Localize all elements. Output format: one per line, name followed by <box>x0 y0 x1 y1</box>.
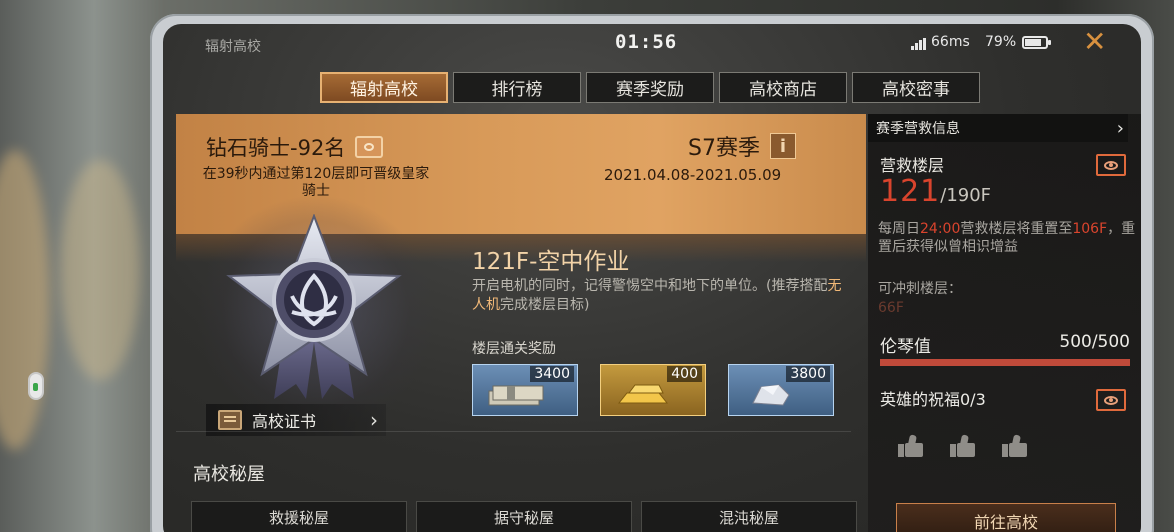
battery-value: 79% <box>985 34 1017 50</box>
view-icon[interactable] <box>1096 154 1126 176</box>
chevron-right-icon: › <box>370 408 378 432</box>
crystal-ore-icon <box>752 384 790 406</box>
blessing-slots <box>898 434 1028 458</box>
rescue-floor-label: 营救楼层 <box>880 156 945 175</box>
rescue-floor-value: 121 /190F <box>880 174 991 209</box>
chaos-room-button[interactable]: 混沌秘屋 <box>641 501 857 532</box>
rescue-info-title: 赛季营救信息 <box>876 121 960 137</box>
floating-assist-button[interactable] <box>28 372 44 400</box>
rank-title: 钻石骑士-92名 <box>206 132 384 162</box>
rescue-room-button[interactable]: 救援秘屋 <box>191 501 407 532</box>
go-to-academy-button[interactable]: 前往高校 <box>896 503 1116 532</box>
floor-description: 开启电机的同时，记得警惕空中和地下的单位。(推荐搭配无人机完成楼层目标) <box>472 278 842 313</box>
clock: 01:56 <box>615 31 678 53</box>
tab-academy-secrets[interactable]: 高校密事 <box>852 72 980 103</box>
game-screen: 辐射高校 01:56 66ms 79% ✕ 辐射高校 排行榜 赛季奖励 高校商店… <box>163 24 1141 532</box>
rank-detail-icon[interactable] <box>355 136 384 158</box>
reward-item[interactable]: 3400 <box>472 364 578 416</box>
reward-list: 3400 400 3800 <box>472 364 834 416</box>
defense-room-button[interactable]: 据守秘屋 <box>416 501 632 532</box>
thumbs-up-icon <box>1002 434 1028 458</box>
main-panel: 钻石骑士-92名 在39秒内通过第120层即可晋级皇家骑士 S7赛季 i 202… <box>176 114 866 532</box>
reward-item[interactable]: 400 <box>600 364 706 416</box>
signal-icon <box>911 38 926 50</box>
rescue-info-panel: 赛季营救信息 › 营救楼层 121 /190F 每周日24:00营救楼层将重置至… <box>868 114 1141 532</box>
secret-rooms-list: 救援秘屋 据守秘屋 混沌秘屋 <box>191 501 857 532</box>
info-icon[interactable]: i <box>769 133 796 159</box>
tab-academy-shop[interactable]: 高校商店 <box>719 72 847 103</box>
reset-rule-text: 每周日24:00营救楼层将重置至106F，重置后获得似曾相识增益 <box>878 221 1136 255</box>
tab-leaderboard[interactable]: 排行榜 <box>453 72 581 103</box>
roentgen-progress-bar <box>880 359 1130 366</box>
ping-value: 66ms <box>931 34 970 50</box>
thumbs-up-icon <box>898 434 924 458</box>
season-dates: 2021.04.08-2021.05.09 <box>604 166 782 184</box>
battery-icon <box>1022 35 1052 49</box>
window-title: 辐射高校 <box>205 39 261 55</box>
floor-title: 121F-空中作业 <box>472 249 630 275</box>
reward-amount: 3800 <box>786 366 830 382</box>
season-name: S7赛季 <box>688 136 760 161</box>
gold-bar-icon <box>617 384 669 404</box>
chevron-right-icon: › <box>1116 117 1124 139</box>
diamond-knight-badge-icon <box>226 214 402 399</box>
hero-blessing-label: 英雄的祝福0/3 <box>880 390 986 409</box>
close-icon[interactable]: ✕ <box>1083 28 1106 56</box>
max-rescue-floor: /190F <box>940 185 992 206</box>
roentgen-row: 伦琴值 500/500 <box>880 332 1130 357</box>
ping-indicator: 66ms <box>911 34 970 50</box>
secret-rooms-title: 高校秘屋 <box>193 464 265 485</box>
reward-item[interactable]: 3800 <box>728 364 834 416</box>
roentgen-value: 500/500 <box>1059 332 1130 352</box>
tab-bar: 辐射高校 排行榜 赛季奖励 高校商店 高校密事 <box>320 72 980 103</box>
tab-season-rewards[interactable]: 赛季奖励 <box>586 72 714 103</box>
battery-indicator: 79% <box>985 34 1052 50</box>
sprint-floor-label: 可冲刺楼层： <box>878 281 962 297</box>
certificate-icon <box>218 410 242 430</box>
rescue-info-header[interactable]: 赛季营救信息 › <box>868 114 1128 142</box>
certificate-label: 高校证书 <box>252 412 317 431</box>
sprint-floor-value: 66F <box>878 300 904 316</box>
status-bar: 辐射高校 01:56 66ms 79% ✕ <box>163 24 1141 66</box>
reward-amount: 3400 <box>530 366 574 382</box>
current-rescue-floor: 121 <box>880 174 941 209</box>
reward-amount: 400 <box>667 366 702 382</box>
thumbs-up-icon <box>950 434 976 458</box>
cash-stack-icon <box>488 385 544 406</box>
season-title: S7赛季 i <box>688 130 796 162</box>
reward-label: 楼层通关奖励 <box>472 341 556 357</box>
divider <box>176 431 851 432</box>
view-icon[interactable] <box>1096 389 1126 411</box>
rank-name: 钻石骑士-92名 <box>206 136 346 160</box>
roentgen-label: 伦琴值 <box>880 337 931 357</box>
tab-radiation-academy[interactable]: 辐射高校 <box>320 72 448 103</box>
